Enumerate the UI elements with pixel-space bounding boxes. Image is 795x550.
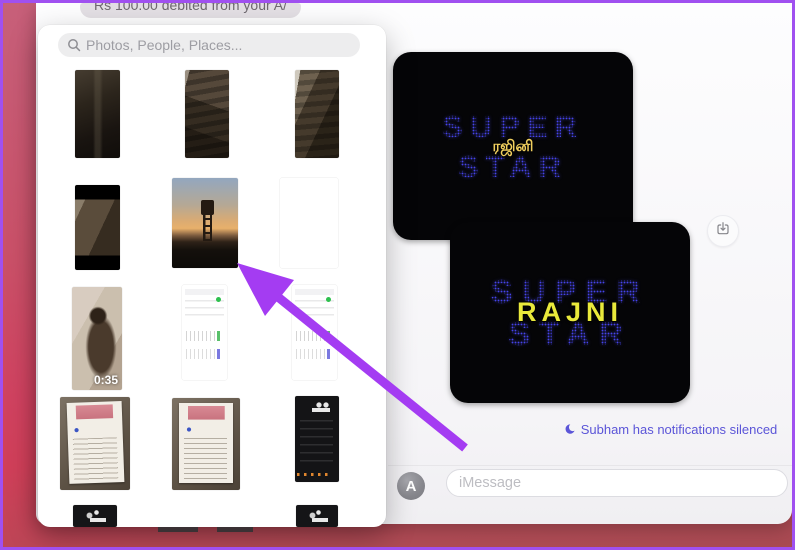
attachment-text-rajini-tamil: ரஜினி (493, 139, 534, 154)
message-bubble-text: Rs 100.00 debited from your A/ (94, 3, 287, 13)
download-icon (715, 221, 731, 242)
imessage-input[interactable] (446, 469, 788, 497)
thumbnail-dark-chat[interactable] (295, 396, 339, 482)
thumbnail-settings-chart-blue[interactable] (292, 285, 337, 380)
attachment-superstar-rajni-2[interactable]: SUPER RAJNI STAR (450, 222, 690, 403)
thumbnail-stamp-paper-2[interactable] (172, 398, 240, 490)
thumbnail-dark-partial-right[interactable] (296, 505, 338, 527)
thumbnail-video-person[interactable]: 0:35 (72, 287, 122, 390)
thumbnail-stamp-paper[interactable] (60, 397, 130, 490)
app-store-glyph: A (406, 478, 417, 495)
thumbnail-stairs-arch[interactable] (185, 70, 229, 158)
video-duration-badge: 0:35 (94, 373, 118, 387)
app-store-icon[interactable]: A (397, 472, 425, 500)
notifications-silenced-status: Subham has notifications silenced (545, 422, 795, 437)
attachment-superstar-rajini-1[interactable]: SUPER ரஜினி STAR (393, 52, 633, 240)
thumbnail-stairs-letterbox[interactable] (75, 185, 120, 270)
photos-picker-panel: 0:35 (38, 25, 386, 527)
message-bubble-debit: Rs 100.00 debited from your A/ (80, 3, 301, 18)
composer-divider (388, 465, 792, 466)
thumbnail-dark-partial[interactable] (73, 505, 117, 527)
screenshot-root: Rs 100.00 debited from your A/ SUPER ரஜி… (0, 0, 795, 550)
thumbnail-watertower-sunset[interactable] (172, 178, 238, 268)
thumbnail-stairs-wide[interactable] (280, 178, 338, 268)
download-attachment-button[interactable] (707, 215, 739, 247)
thumbnail-settings-chart-green[interactable] (182, 285, 227, 380)
thumbnail-stairs-side[interactable] (295, 70, 339, 158)
status-text: Subham has notifications silenced (581, 422, 778, 437)
background-window-fragment (158, 527, 198, 532)
attachment-text-super: SUPER (442, 111, 584, 142)
photo-grid: 0:35 (38, 25, 386, 527)
attachment-text-star: STAR (458, 151, 568, 182)
moon-icon (563, 423, 576, 436)
background-window-fragment (217, 527, 253, 532)
thumbnail-stairs-dark[interactable] (75, 70, 120, 158)
attachment-text-rajni: RAJNI (517, 299, 623, 326)
